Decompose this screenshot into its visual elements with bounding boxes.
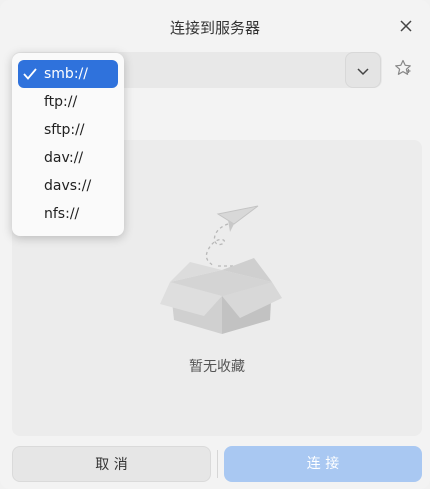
protocol-dropdown-menu: smb:// ftp:// sftp:// dav:// davs:// nfs… (12, 53, 124, 236)
protocol-option-smb[interactable]: smb:// (18, 60, 118, 88)
protocol-option-ftp[interactable]: ftp:// (18, 88, 118, 116)
checkmark-icon (23, 60, 39, 88)
protocol-option-dav[interactable]: dav:// (18, 144, 118, 172)
dialog-footer: 取 消 连 接 (0, 446, 430, 486)
chevron-down-icon (357, 61, 369, 80)
close-icon[interactable] (396, 17, 416, 37)
title-bar: 连接到服务器 (0, 0, 430, 56)
protocol-option-label: ftp:// (44, 94, 78, 110)
protocol-option-sftp[interactable]: sftp:// (18, 116, 118, 144)
protocol-option-nfs[interactable]: nfs:// (18, 200, 118, 228)
dialog-title: 连接到服务器 (169, 19, 260, 37)
empty-box-illustration (160, 200, 288, 340)
connect-button[interactable]: 连 接 (224, 446, 422, 482)
protocol-option-label: sftp:// (44, 122, 85, 138)
history-dropdown-button[interactable] (345, 52, 381, 88)
star-icon (394, 59, 412, 81)
protocol-option-label: davs:// (44, 178, 92, 194)
cancel-button[interactable]: 取 消 (12, 446, 211, 482)
protocol-option-label: nfs:// (44, 206, 80, 222)
protocol-option-davs[interactable]: davs:// (18, 172, 118, 200)
button-divider (217, 450, 218, 478)
protocol-option-label: smb:// (44, 66, 88, 82)
empty-favorites-text: 暂无收藏 (189, 359, 245, 375)
add-favorite-button[interactable] (388, 52, 418, 88)
connect-to-server-dialog: 连接到服务器 暂无收藏 取 消 连 接 smb:// ftp:// sftp:/… (0, 0, 430, 489)
protocol-option-label: dav:// (44, 150, 84, 166)
